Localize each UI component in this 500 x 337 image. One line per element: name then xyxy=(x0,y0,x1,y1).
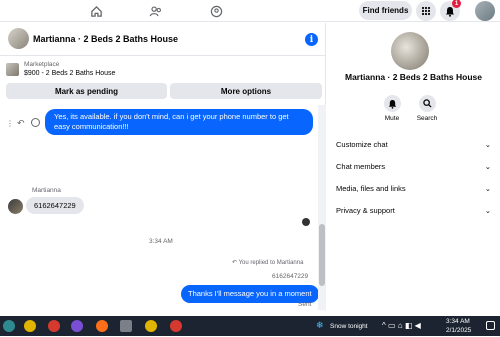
row-label: Customize chat xyxy=(336,139,388,149)
taskbar-time[interactable]: 3:34 AM xyxy=(446,318,470,325)
notifications-center-icon[interactable] xyxy=(486,321,495,330)
find-friends-button[interactable]: Find friends xyxy=(359,1,412,20)
row-label: Privacy & support xyxy=(336,205,395,215)
snowflake-icon: ❄ xyxy=(316,320,324,330)
menu-grid-icon[interactable] xyxy=(416,1,436,21)
mark-as-pending-button[interactable]: Mark as pending xyxy=(6,83,167,99)
chevron-down-icon: ⌄ xyxy=(484,161,491,171)
system-tray-icons[interactable]: ^ ▭ ⌂ ◧ ◀ xyxy=(382,321,421,330)
privacy-support-row[interactable]: Privacy & support ⌄ xyxy=(336,203,491,217)
search-button[interactable]: Search xyxy=(412,95,442,122)
message-bubble-outgoing[interactable]: Yes, its available. if you don't mind, c… xyxy=(45,109,313,135)
react-emoji-icon[interactable] xyxy=(31,118,40,127)
search-icon xyxy=(418,95,436,112)
chrome-icon[interactable] xyxy=(170,320,182,332)
side-title: Martianna · 2 Beds 2 Baths House xyxy=(345,72,482,82)
message-bubble-incoming[interactable]: 6162647229 xyxy=(26,197,84,214)
chat-info-panel: Martianna · 2 Beds 2 Baths House Mute Se… xyxy=(327,23,500,316)
profile-avatar[interactable] xyxy=(475,1,495,21)
message-timestamp: 3:34 AM xyxy=(149,238,173,245)
chrome-icon[interactable] xyxy=(24,320,36,332)
row-label: Chat members xyxy=(336,161,386,171)
sender-name: Martianna xyxy=(32,187,61,194)
chevron-down-icon: ⌄ xyxy=(484,139,491,149)
mute-label: Mute xyxy=(384,115,400,122)
top-navigation-bar: Find friends 1 xyxy=(0,0,500,22)
quoted-message[interactable]: 6162647229 xyxy=(272,273,308,280)
seen-avatar xyxy=(302,218,310,226)
firefox-icon[interactable] xyxy=(96,320,108,332)
reply-indicator: ↶ You replied to Martianna xyxy=(232,259,303,266)
marketplace-label: Marketplace xyxy=(24,61,60,68)
messenger-icon[interactable] xyxy=(71,320,83,332)
reply-small-icon: ↶ xyxy=(232,260,239,266)
more-icon[interactable]: ⋮ xyxy=(6,119,14,128)
friends-icon[interactable] xyxy=(146,2,166,20)
search-label: Search xyxy=(416,115,438,122)
windows-taskbar: ❄ Snow tonight ^ ▭ ⌂ ◧ ◀ 3:34 AM 2/1/202… xyxy=(0,316,500,336)
info-icon[interactable]: i xyxy=(305,33,318,46)
chevron-down-icon: ⌄ xyxy=(484,183,491,193)
chat-title[interactable]: Martianna · 2 Beds 2 Baths House xyxy=(33,34,178,44)
listing-thumbnail[interactable] xyxy=(6,63,19,76)
chevron-down-icon: ⌄ xyxy=(484,205,491,215)
bell-icon xyxy=(383,95,401,112)
scrollbar-thumb[interactable] xyxy=(319,224,325,286)
marketplace-listing-bar: Marketplace $900 - 2 Beds 2 Baths House … xyxy=(0,57,326,102)
customize-chat-row[interactable]: Customize chat ⌄ xyxy=(336,137,491,151)
chrome-icon[interactable] xyxy=(145,320,157,332)
home-icon[interactable] xyxy=(86,2,106,20)
chat-avatar[interactable] xyxy=(8,28,29,49)
chat-members-row[interactable]: Chat members ⌄ xyxy=(336,159,491,173)
chat-header: Martianna · 2 Beds 2 Baths House i xyxy=(0,23,326,56)
taskbar-app-icon[interactable] xyxy=(3,320,15,332)
taskbar-app-icon[interactable] xyxy=(120,320,132,332)
weather-text[interactable]: Snow tonight xyxy=(330,323,368,330)
message-list: ⋮ ↶ Yes, its available. if you don't min… xyxy=(0,105,326,310)
side-avatar[interactable] xyxy=(391,32,429,70)
groups-icon[interactable] xyxy=(206,2,226,20)
taskbar-date[interactable]: 2/1/2025 xyxy=(446,327,471,334)
reply-indicator-text: You replied to Martianna xyxy=(238,260,304,266)
chrome-icon[interactable] xyxy=(48,320,60,332)
message-status: Sent xyxy=(298,301,312,308)
mute-button[interactable]: Mute xyxy=(377,95,407,122)
reply-icon[interactable]: ↶ xyxy=(17,118,25,129)
media-files-links-row[interactable]: Media, files and links ⌄ xyxy=(336,181,491,195)
more-options-button[interactable]: More options xyxy=(170,83,322,99)
sender-avatar[interactable] xyxy=(8,199,23,214)
chat-panel: Martianna · 2 Beds 2 Baths House i Marke… xyxy=(0,23,326,337)
listing-title[interactable]: $900 - 2 Beds 2 Baths House xyxy=(24,70,115,77)
notification-badge: 1 xyxy=(452,0,461,8)
row-label: Media, files and links xyxy=(336,183,406,193)
